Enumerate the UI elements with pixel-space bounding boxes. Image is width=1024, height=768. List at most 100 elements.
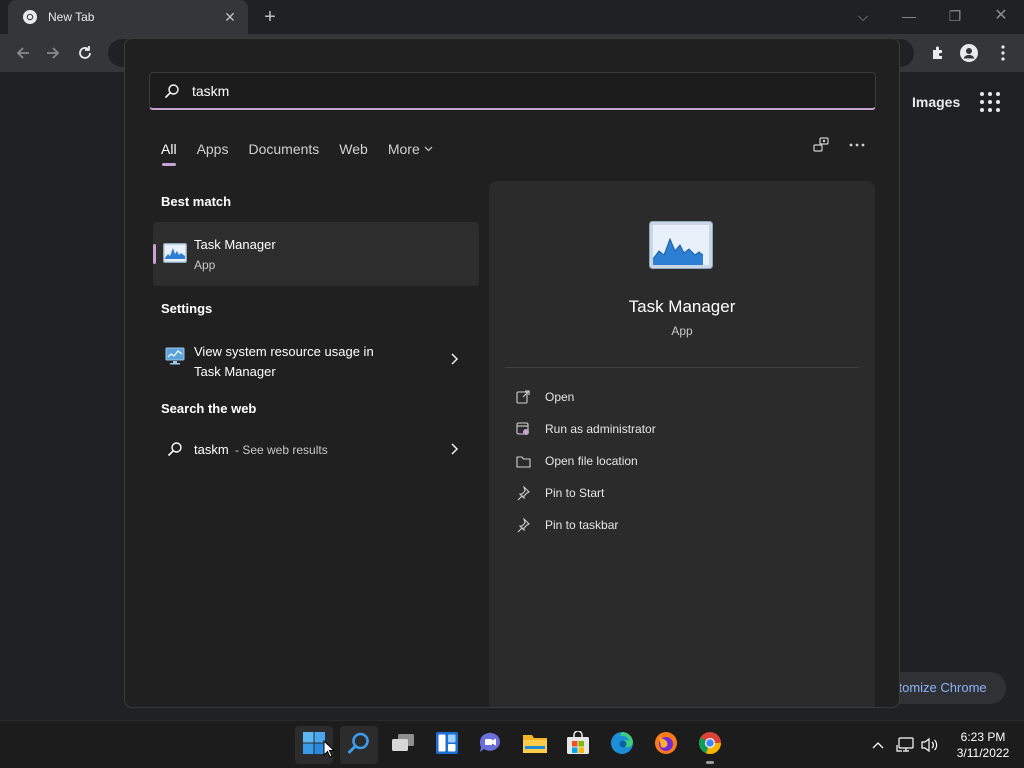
search-web-heading: Search the web — [161, 401, 257, 416]
taskbar-clock[interactable]: 6:23 PM 3/11/2022 — [950, 729, 1016, 761]
extensions-puzzle-icon[interactable] — [927, 42, 949, 64]
settings-result-line2: Task Manager — [194, 364, 276, 379]
firefox-button[interactable] — [647, 726, 685, 764]
action-open-file-location[interactable]: Open file location — [515, 450, 638, 472]
edge-icon — [610, 731, 634, 760]
web-search-query: taskm — [194, 442, 229, 457]
clock-time: 6:23 PM — [960, 730, 1006, 744]
task-view-button[interactable] — [384, 726, 422, 764]
system-monitor-icon — [165, 347, 185, 365]
search-input[interactable] — [192, 82, 792, 99]
shield-admin-icon — [515, 421, 531, 437]
firefox-icon — [654, 731, 678, 760]
chevron-right-icon — [449, 443, 459, 455]
chevron-right-icon — [449, 353, 459, 365]
more-vert-icon[interactable] — [992, 42, 1014, 64]
more-options-icon[interactable] — [847, 135, 867, 155]
network-share-icon[interactable] — [811, 135, 831, 155]
pin-icon — [515, 485, 531, 501]
result-detail-pane: Task Manager App Open Run as administrat… — [489, 181, 875, 707]
store-bag-icon — [566, 729, 590, 760]
start-search-panel: All Apps Documents Web More Best match T… — [124, 38, 900, 708]
tab-title: New Tab — [48, 10, 95, 24]
clock-date: 3/11/2022 — [956, 746, 1010, 760]
action-open[interactable]: Open — [515, 386, 574, 408]
teams-chat-button[interactable] — [471, 726, 509, 764]
filter-tab-more[interactable]: More — [388, 141, 433, 157]
best-match-heading: Best match — [161, 194, 232, 209]
network-icon[interactable] — [895, 735, 915, 755]
file-explorer-button[interactable] — [516, 726, 554, 764]
search-icon — [167, 441, 183, 457]
filter-tab-all[interactable]: All — [161, 141, 177, 166]
divider — [505, 367, 859, 368]
web-search-result[interactable]: taskm - See web results — [153, 434, 479, 464]
restore-icon[interactable]: ❐ — [940, 4, 970, 28]
chrome-button[interactable] — [691, 726, 729, 764]
selection-accent — [153, 244, 156, 264]
images-link[interactable]: Images — [912, 94, 960, 110]
settings-result-label: View system resource usage in Task Manag… — [194, 342, 434, 382]
tab-close-icon[interactable]: ✕ — [222, 9, 238, 26]
filter-tab-apps[interactable]: Apps — [197, 141, 229, 157]
action-pin-to-start[interactable]: Pin to Start — [515, 482, 604, 504]
best-match-result[interactable]: Task Manager App — [153, 222, 479, 286]
chevron-down-icon — [424, 144, 433, 155]
forward-arrow-icon[interactable] — [42, 42, 64, 64]
widgets-button[interactable] — [428, 726, 466, 764]
folder-icon — [515, 453, 531, 469]
back-arrow-icon[interactable] — [12, 42, 34, 64]
task-manager-icon — [163, 243, 187, 263]
edge-button[interactable] — [603, 726, 641, 764]
chevron-up-icon[interactable] — [868, 735, 888, 755]
minimize-icon[interactable]: — — [894, 4, 924, 28]
microsoft-store-button[interactable] — [559, 726, 597, 764]
detail-type: App — [671, 324, 693, 338]
widgets-icon — [436, 731, 458, 759]
web-search-suffix: - See web results — [235, 443, 328, 457]
profile-avatar-icon[interactable] — [958, 42, 980, 64]
action-pin-to-taskbar[interactable]: Pin to taskbar — [515, 514, 618, 536]
tab-search-chevron-down-icon[interactable]: ⌵ — [848, 4, 878, 28]
action-label: Open file location — [545, 454, 638, 468]
search-icon — [164, 83, 180, 99]
action-label: Run as administrator — [545, 422, 656, 436]
new-tab-button[interactable]: + — [258, 5, 282, 29]
best-match-name: Task Manager — [194, 237, 276, 252]
settings-result-line1: View system resource usage in — [194, 344, 374, 359]
browser-tab-strip: New Tab ✕ + ⌵ — ❐ ✕ — [0, 0, 1024, 34]
browser-tab[interactable]: New Tab ✕ — [8, 0, 248, 34]
filter-more-label: More — [387, 141, 420, 157]
action-label: Pin to taskbar — [545, 518, 619, 532]
window-close-icon[interactable]: ✕ — [986, 4, 1016, 28]
windows-logo-icon — [303, 731, 325, 759]
task-view-icon — [391, 733, 415, 758]
reload-icon[interactable] — [74, 42, 96, 64]
volume-icon[interactable] — [920, 735, 940, 755]
action-run-as-admin[interactable]: Run as administrator — [515, 418, 656, 440]
running-indicator — [706, 761, 714, 764]
chat-icon — [478, 732, 502, 759]
chrome-icon — [698, 731, 722, 760]
filter-tab-web[interactable]: Web — [339, 141, 368, 157]
search-icon — [347, 731, 371, 760]
search-filter-tabs: All Apps Documents Web More — [161, 137, 453, 166]
taskbar-search-button[interactable] — [340, 726, 378, 764]
filter-tab-documents[interactable]: Documents — [248, 141, 319, 157]
action-label: Pin to Start — [545, 486, 605, 500]
action-label: Open — [545, 390, 575, 404]
task-manager-large-icon — [649, 221, 713, 269]
settings-result[interactable]: View system resource usage in Task Manag… — [153, 334, 479, 384]
detail-title: Task Manager — [628, 297, 736, 316]
taskbar: 6:23 PM 3/11/2022 — [0, 720, 1024, 768]
mouse-cursor-icon — [323, 739, 336, 758]
pin-icon — [515, 517, 531, 533]
best-match-type: App — [194, 258, 216, 272]
open-external-icon — [515, 389, 531, 405]
search-box[interactable] — [149, 72, 876, 110]
google-apps-grid-icon[interactable] — [980, 92, 1000, 112]
settings-heading: Settings — [161, 301, 213, 316]
customize-chrome-label: stomize Chrome — [892, 680, 987, 695]
chrome-favicon-icon — [22, 9, 38, 25]
folder-icon — [522, 732, 548, 759]
